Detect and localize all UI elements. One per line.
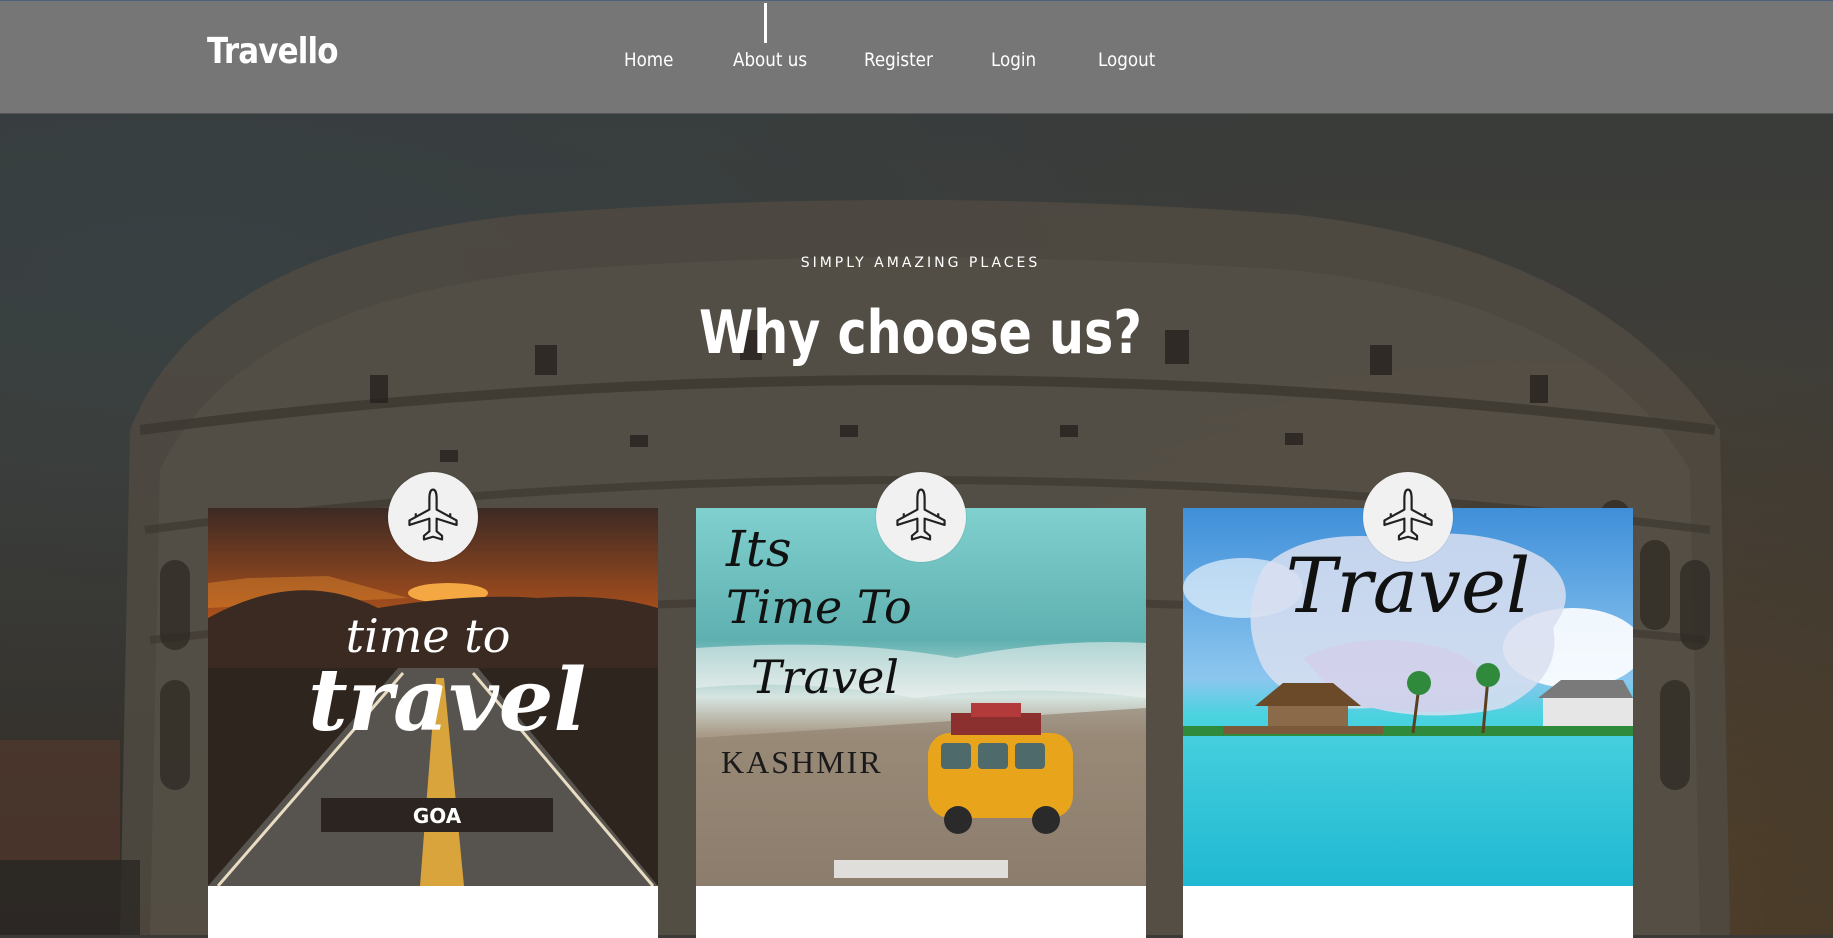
brand-logo[interactable]: Travello: [207, 31, 339, 72]
card-title-line1: Its: [726, 520, 792, 578]
card-title-line3: Travel: [751, 650, 900, 704]
hero-headline: Why choose us?: [698, 298, 1142, 368]
hero-eyebrow: SIMPLY AMAZING PLACES: [800, 255, 1041, 271]
nav-active-indicator: [764, 3, 767, 43]
nav-link-logout[interactable]: Logout: [1098, 49, 1155, 71]
card-tag-goa: GOA: [412, 804, 462, 828]
plane-badge: [876, 472, 966, 562]
nav-link-register[interactable]: Register: [864, 49, 933, 71]
navbar: Travello Home About us Register Login Lo…: [0, 0, 1833, 114]
nav-link-about-us[interactable]: About us: [733, 49, 807, 71]
destination-card-kashmir[interactable]: Its Time To Travel KASHMIR: [696, 472, 1146, 938]
airplane-icon: [1379, 486, 1437, 549]
plane-badge: [388, 472, 478, 562]
plane-badge: [1363, 472, 1453, 562]
destination-card-goa[interactable]: time to travel GOA: [208, 472, 658, 938]
card-title-line2: travel: [308, 650, 587, 751]
nav-link-home[interactable]: Home: [624, 49, 673, 71]
destination-card-island[interactable]: Travel: [1183, 472, 1633, 938]
card-tag-kashmir: KASHMIR: [721, 744, 883, 780]
nav-link-login[interactable]: Login: [991, 49, 1036, 71]
airplane-icon: [892, 486, 950, 549]
airplane-icon: [404, 486, 462, 549]
card-title-line2: Time To: [726, 580, 912, 634]
